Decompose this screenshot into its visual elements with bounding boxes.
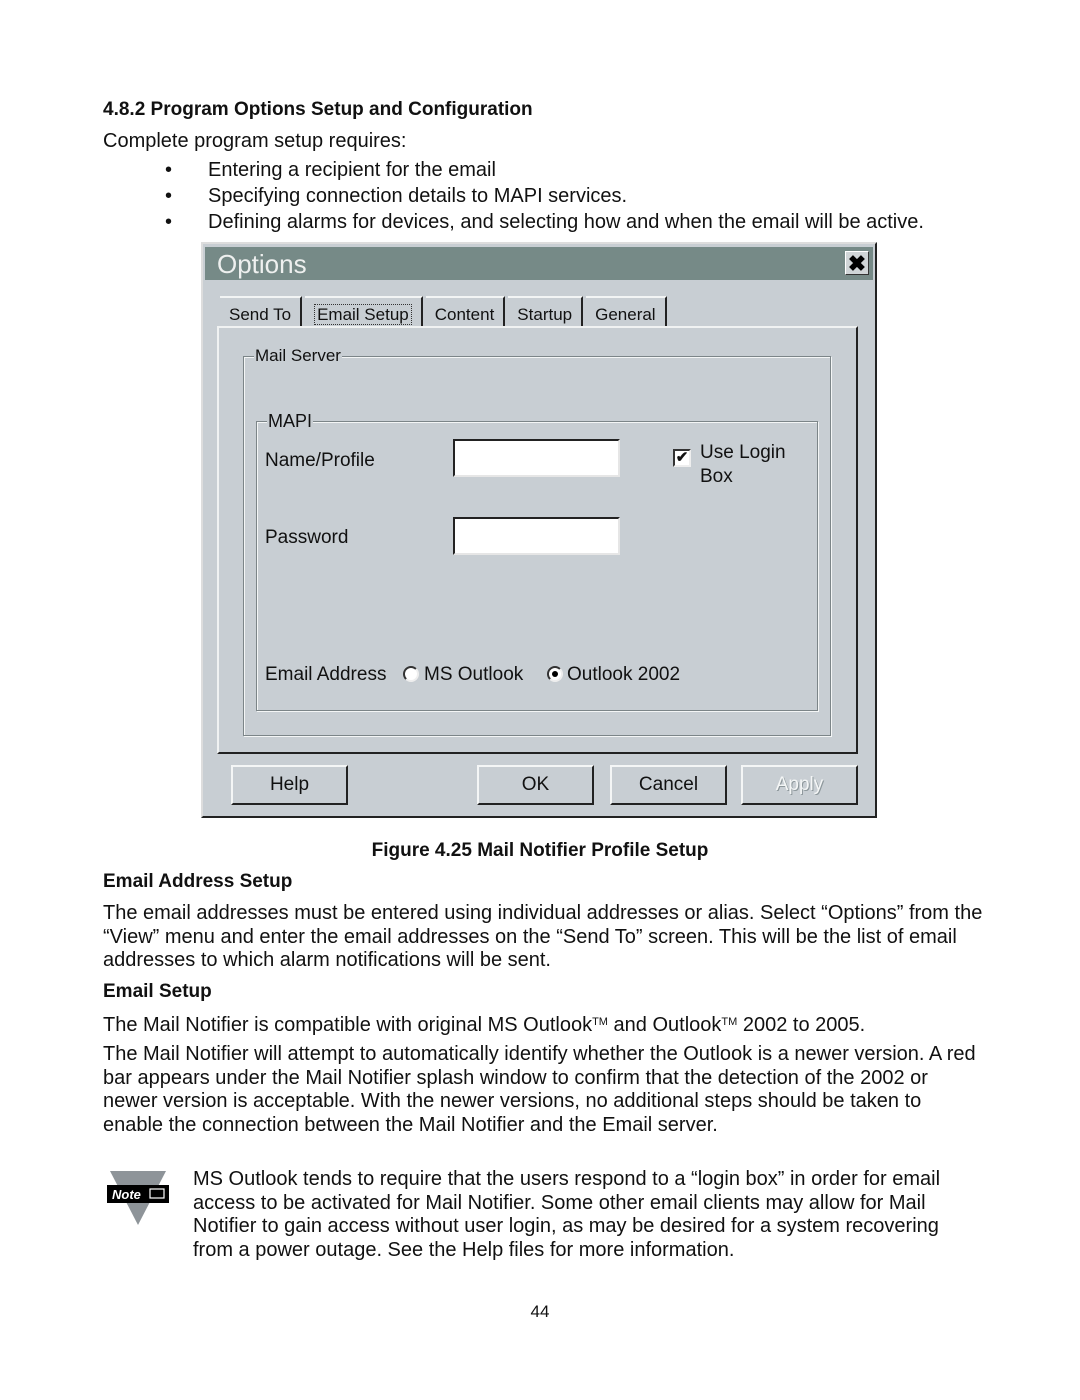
ms-outlook-label: MS Outlook bbox=[424, 664, 524, 685]
options-dialog: Options ✖ Send To Email Setup Content St… bbox=[201, 242, 877, 818]
ms-outlook-radio[interactable] bbox=[403, 666, 419, 682]
tab-email-setup[interactable]: Email Setup bbox=[305, 296, 423, 328]
close-icon: ✖ bbox=[847, 251, 867, 276]
name-profile-label: Name/Profile bbox=[265, 450, 375, 471]
list-item: • Entering a recipient for the email bbox=[165, 159, 496, 181]
email-setup-heading: Email Setup bbox=[103, 981, 212, 1002]
cancel-button[interactable]: Cancel bbox=[610, 765, 727, 805]
use-login-box-checkbox[interactable]: ✔ bbox=[673, 449, 691, 467]
bullet-icon: • bbox=[165, 185, 173, 207]
email-setup-panel: Mail Server MAPI Name/Profile Password ✔… bbox=[217, 326, 858, 754]
password-label: Password bbox=[265, 527, 349, 548]
dialog-titlebar[interactable]: Options ✖ bbox=[205, 247, 873, 280]
password-input[interactable] bbox=[453, 517, 620, 555]
tab-general[interactable]: General bbox=[586, 296, 667, 328]
bullet-icon: • bbox=[165, 159, 173, 181]
use-login-box-label: Use Login Box bbox=[700, 442, 786, 487]
outlook-2002-label: Outlook 2002 bbox=[567, 664, 681, 685]
page-number: 44 bbox=[530, 1302, 550, 1321]
close-button[interactable]: ✖ bbox=[845, 251, 869, 275]
tab-content[interactable]: Content bbox=[425, 296, 506, 328]
ok-button[interactable]: OK bbox=[477, 765, 594, 805]
section-heading: 4.8.2 Program Options Setup and Configur… bbox=[103, 99, 533, 120]
detection-text: The Mail Notifier will attempt to automa… bbox=[103, 1043, 976, 1136]
mapi-group: MAPI Name/Profile Password ✔ Use Login Bo… bbox=[256, 411, 818, 711]
dialog-title: Options bbox=[217, 249, 307, 279]
bullet-icon: • bbox=[165, 211, 173, 233]
note-icon: Note bbox=[107, 1171, 169, 1227]
list-item: • Specifying connection details to MAPI s… bbox=[165, 185, 628, 207]
tab-bar: Send To Email Setup Content Startup Gene… bbox=[220, 296, 670, 328]
mapi-legend: MAPI bbox=[267, 411, 314, 432]
note-icon-label: Note bbox=[112, 1187, 141, 1202]
list-item: • Defining alarms for devices, and select… bbox=[165, 211, 924, 233]
tab-send-to[interactable]: Send To bbox=[220, 296, 303, 328]
apply-button[interactable]: Apply bbox=[741, 765, 858, 805]
compatibility-text: The Mail Notifier is compatible with ori… bbox=[103, 1014, 866, 1036]
help-button[interactable]: Help bbox=[231, 765, 348, 805]
email-address-label: Email Address bbox=[265, 664, 387, 685]
name-profile-input[interactable] bbox=[453, 439, 620, 477]
requirements-list: • Entering a recipient for the email • Spe… bbox=[165, 157, 924, 235]
outlook-2002-radio[interactable] bbox=[547, 666, 563, 682]
figure-caption: Figure 4.25 Mail Notifier Profile Setup bbox=[371, 840, 709, 861]
note-text: MS Outlook tends to require that the use… bbox=[193, 1168, 941, 1261]
email-address-setup-heading: Email Address Setup bbox=[103, 871, 293, 892]
tab-startup[interactable]: Startup bbox=[508, 296, 584, 328]
checkmark-icon: ✔ bbox=[675, 449, 689, 466]
intro-text: Complete program setup requires: bbox=[103, 130, 407, 152]
email-address-setup-text: The email addresses must be entered usin… bbox=[103, 902, 983, 971]
mail-server-group: Mail Server MAPI Name/Profile Password ✔… bbox=[243, 346, 831, 736]
mail-server-legend: Mail Server bbox=[254, 346, 342, 366]
